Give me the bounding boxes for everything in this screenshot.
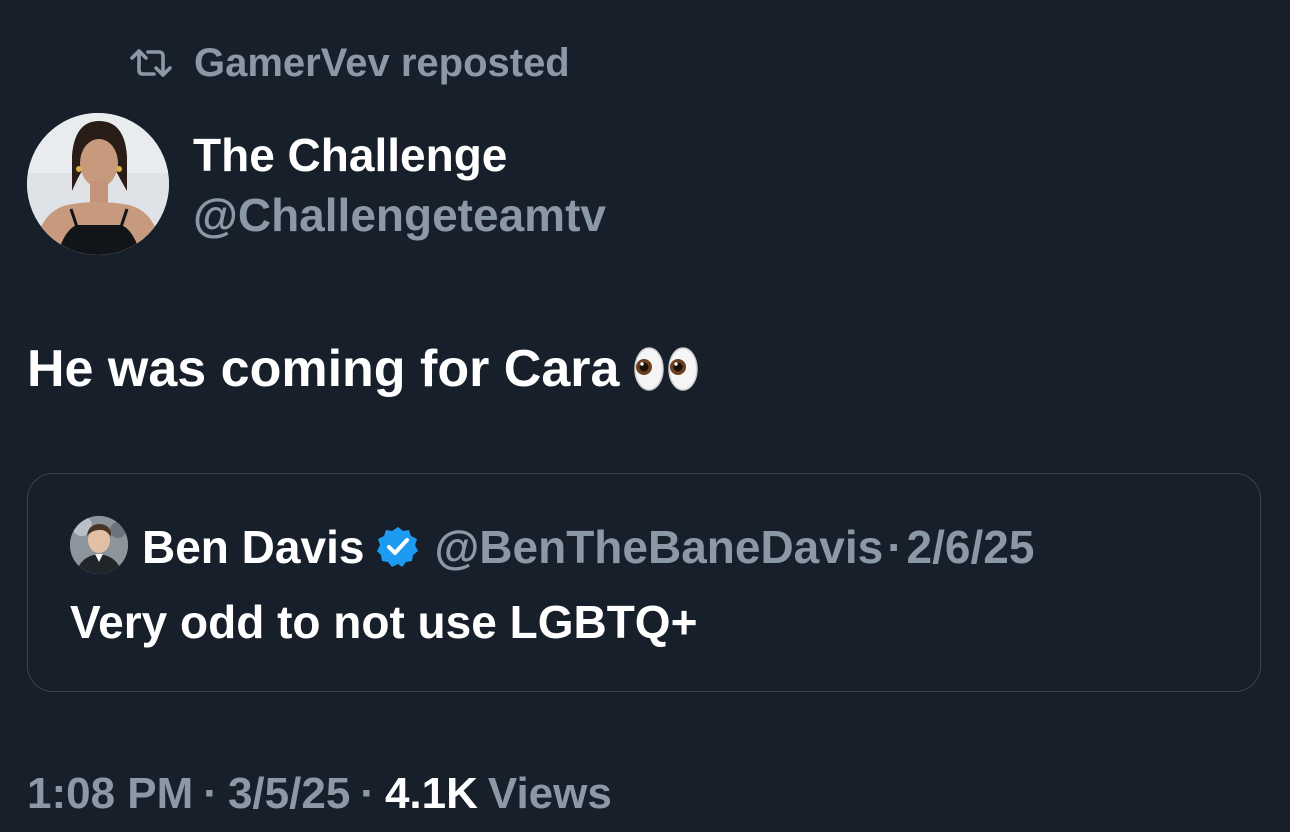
repost-label: GamerVev reposted <box>194 40 570 85</box>
quote-author-avatar[interactable] <box>70 516 128 574</box>
post-date[interactable]: 3/5/25 <box>228 769 350 819</box>
post-text: He was coming for Cara <box>27 340 620 398</box>
quote-author-avatar-image <box>70 516 128 574</box>
quote-author-handle[interactable]: @BenTheBaneDavis <box>434 520 883 574</box>
views-count: 4.1K <box>384 769 478 818</box>
quoted-post-card[interactable]: Ben Davis @BenTheBaneDavis · 2/6/25 Very… <box>27 473 1261 692</box>
post-body: He was coming for Cara <box>27 338 699 400</box>
verified-badge-icon <box>377 527 419 567</box>
author-name[interactable]: The Challenge <box>193 128 507 182</box>
quote-date[interactable]: 2/6/25 <box>907 520 1035 574</box>
quote-separator: · <box>887 521 903 573</box>
quote-text: Very odd to not use LGBTQ+ <box>70 596 698 648</box>
author-avatar[interactable] <box>27 113 169 255</box>
meta-separator: · <box>203 769 218 818</box>
quote-header: Ben Davis @BenTheBaneDavis · 2/6/25 <box>142 520 1034 574</box>
post-meta: 1:08 PM · 3/5/25 · 4.1K Views <box>27 767 612 821</box>
author-avatar-image <box>27 113 169 255</box>
eyes-emoji <box>633 344 699 394</box>
author-handle[interactable]: @Challengeteamtv <box>193 188 606 242</box>
quote-author-name[interactable]: Ben Davis <box>142 520 364 574</box>
repost-icon <box>130 49 172 77</box>
post-time[interactable]: 1:08 PM <box>27 769 193 819</box>
repost-indicator[interactable]: GamerVev reposted <box>128 40 570 86</box>
views-label: Views <box>487 769 612 818</box>
meta-separator: · <box>360 769 375 818</box>
